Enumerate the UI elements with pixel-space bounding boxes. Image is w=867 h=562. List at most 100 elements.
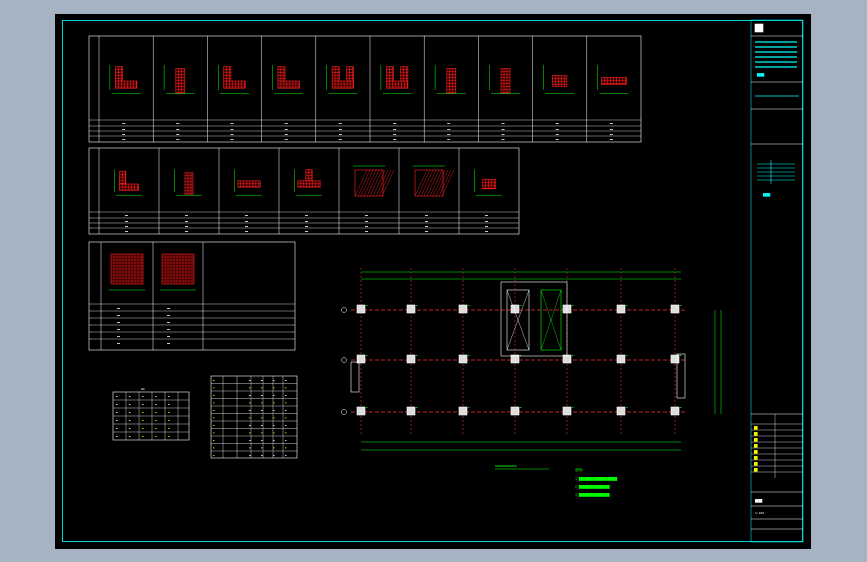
legend-cell: ▬: [285, 379, 287, 382]
structural-column: [616, 354, 626, 364]
column-tag: ▬: [572, 354, 574, 357]
legend-cell: ▬: [213, 439, 215, 442]
legend-cell: ▬: [155, 435, 157, 438]
legend-cell: ▬: [213, 379, 215, 382]
legend-cell: ▬: [168, 427, 170, 430]
table-cell-text: ▬▬: [556, 128, 560, 131]
table-cell-text: ▬▬: [393, 133, 397, 136]
legend-cell: ▬: [285, 402, 287, 405]
legend-cell: ▬: [285, 439, 287, 442]
legend-cell: ▬: [273, 409, 275, 412]
column-tag: ▬: [680, 304, 682, 307]
table-cell-text: ▬▬: [167, 307, 171, 310]
table-cell-text: ▬▬: [365, 230, 369, 233]
column-tag: ▬: [520, 406, 522, 409]
legend-cell: ▬: [129, 395, 131, 398]
table-cell-text: ▬▬: [125, 220, 129, 223]
title-block-text: ██: [753, 468, 758, 472]
table-cell-text: ▬▬: [556, 133, 560, 136]
legend-cell: ▬: [285, 424, 287, 427]
table-cell-text: ▬▬: [305, 230, 309, 233]
hatch-line: [381, 169, 395, 197]
hatch-line: [426, 169, 440, 197]
hatch-line: [420, 169, 434, 197]
note-line: 1.████████████████████: [575, 477, 617, 481]
title-block-text: ██: [753, 426, 758, 430]
hatch-line: [360, 169, 374, 197]
title-block-text: ██: [753, 438, 758, 442]
hatch-line: [375, 169, 389, 197]
column-tag: ▬: [366, 304, 368, 307]
column-section: [446, 68, 457, 94]
legend-cell: ▬: [142, 419, 144, 422]
hatch-line: [366, 169, 380, 197]
structural-column: [670, 406, 680, 416]
legend-cell: ▬: [168, 403, 170, 406]
hatch-line: [417, 169, 431, 197]
column-tag: ▬: [572, 406, 574, 409]
legend-cell: ▬: [213, 394, 215, 397]
drawing-sheet[interactable]: ████ ████ ██ ██ ██ ██ ██ ██ ██ ██ ████ 1:100 ▬▬ ▬▬ ▬▬ ▬…: [55, 14, 811, 549]
legend-cell: ▬: [285, 387, 287, 390]
column-tag: ▬: [572, 304, 574, 307]
legend-cell: ▬: [261, 447, 263, 450]
table-cell-text: ▬▬: [425, 214, 429, 217]
plan-title: ▬▬▬▬▬▬▬▬▬▬▬▬: [495, 464, 517, 468]
column-section: [482, 178, 496, 190]
structural-column: [458, 304, 468, 314]
legend-cell: ▬: [168, 435, 170, 438]
legend-cell: ▬: [213, 432, 215, 435]
legend-cell: ▬: [273, 447, 275, 450]
legend-cell: ▬: [261, 417, 263, 420]
legend-cell: ▬: [213, 417, 215, 420]
table-cell-text: ▬▬: [245, 220, 249, 223]
legend-cell: ▬: [129, 435, 131, 438]
legend-cell: ▬: [129, 403, 131, 406]
scale-text: 1:100: [755, 511, 764, 515]
table-cell-text: ▬▬: [447, 122, 451, 125]
axis-bubble: [341, 307, 347, 313]
table-cell-text: ▬▬: [447, 138, 451, 141]
legend-cell: ▬: [273, 432, 275, 435]
table-cell-text: ▬▬: [485, 225, 489, 228]
table-cell-text: ▬▬: [176, 133, 180, 136]
title-block-text: ██: [753, 444, 758, 448]
legend-cell: ▬: [261, 432, 263, 435]
hatch-line: [435, 169, 449, 197]
column-tag: ▬: [680, 406, 682, 409]
legend-cell: ▬: [273, 402, 275, 405]
legend-cell: ▬: [285, 454, 287, 457]
side-wall: [350, 361, 360, 393]
table-cell-text: ▬▬: [556, 122, 560, 125]
structural-column: [406, 304, 416, 314]
table-cell-text: ▬▬: [117, 335, 121, 338]
legend-cell: ▬: [129, 411, 131, 414]
cad-drawing-canvas[interactable]: ████████████████████████████1:100▬▬▬▬▬▬▬…: [55, 14, 811, 549]
legend-cell: ▬: [142, 403, 144, 406]
table-cell-text: ▬▬: [185, 214, 189, 217]
legend-cell: ▬: [249, 432, 251, 435]
table-cell-text: ▬▬: [117, 342, 121, 345]
structural-column: [406, 406, 416, 416]
table-cell-text: ▬▬: [610, 122, 614, 125]
table-cell-text: ▬▬: [339, 122, 343, 125]
notes-heading: 说明:: [575, 467, 584, 472]
title-block-text: ██: [753, 432, 758, 436]
legend-cell: ▬: [261, 387, 263, 390]
legend-cell: ▬: [142, 395, 144, 398]
table-cell-text: ▬▬: [285, 128, 289, 131]
legend-cell: ▬: [249, 402, 251, 405]
legend-cell: ▬: [155, 411, 157, 414]
structural-column: [356, 304, 366, 314]
table-cell-text: ▬▬: [231, 133, 235, 136]
table-cell-text: ▬▬: [339, 133, 343, 136]
legend-cell: ▬: [285, 409, 287, 412]
legend-cell: ▬: [142, 427, 144, 430]
legend-cell: ▬: [116, 411, 118, 414]
column-tag: ▬: [416, 354, 418, 357]
note-line: 2.████████████████: [575, 485, 610, 489]
table-cell-text: ▬▬: [122, 138, 126, 141]
table-cell-text: ▬▬: [185, 230, 189, 233]
legend-cell: ▬: [273, 387, 275, 390]
legend-cell: ▬: [249, 379, 251, 382]
